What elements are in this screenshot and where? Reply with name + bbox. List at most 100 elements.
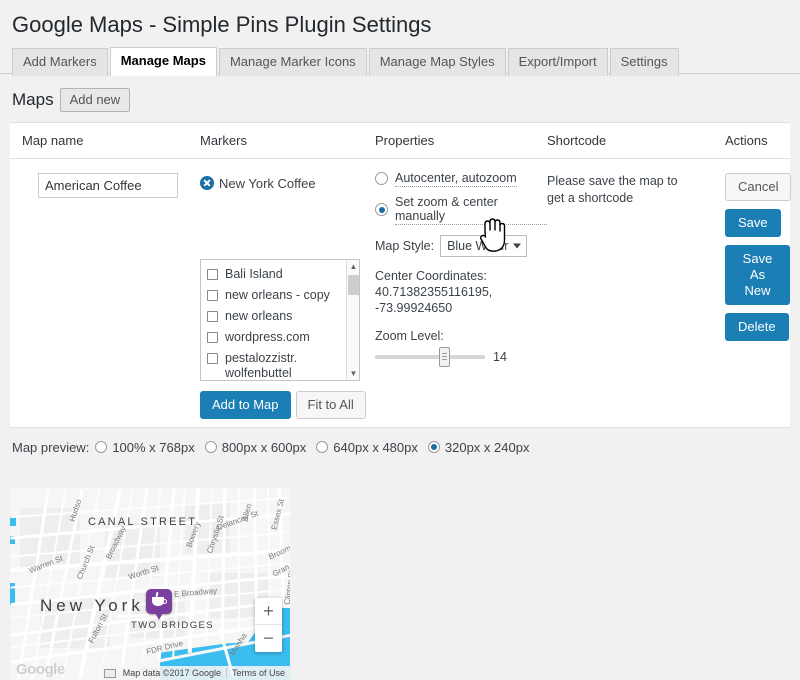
cell-properties: Autocenter, autozoom Set zoom & center m… [375,158,547,427]
list-item-label: new orleans [225,308,293,323]
table-header-row: Map name Markers Properties Shortcode Ac… [10,122,790,159]
map-label-two-bridges: TWO BRIDGES [131,620,214,631]
radio-manual-icon[interactable] [375,203,388,217]
list-item-label: pestalozzistr. wolfenbuttel [225,350,298,380]
marker-list-scrollbar[interactable]: ▲ ▼ [346,259,359,380]
checkbox-icon[interactable] [207,310,218,322]
radio-icon[interactable] [95,441,108,454]
checkbox-icon[interactable] [207,331,218,343]
zoom-level-slider[interactable] [375,346,485,367]
tab-manage-map-styles[interactable]: Manage Map Styles [368,47,506,76]
tab-settings[interactable]: Settings [609,47,679,76]
maps-table-wrapper: Map name Markers Properties Shortcode Ac… [10,121,792,428]
map-marker-coffee-pin[interactable] [146,589,172,620]
radio-icon[interactable] [427,441,440,454]
map-style-select[interactable]: Blue Water [440,234,528,257]
save-button[interactable]: Save [725,208,781,237]
slider-handle[interactable] [438,346,450,367]
tab-manage-marker-icons[interactable]: Manage Marker Icons [218,47,367,76]
cell-markers: New York Coffee Bali Island new orleans … [200,158,375,427]
marker-item: New York Coffee [200,171,375,191]
cell-actions: Cancel Save Save As New Delete [725,158,792,427]
zoom-level-label: Zoom Level: [375,328,444,343]
preview-option-label: 320px x 240px [444,439,530,455]
list-item-label: wordpress.com [225,329,310,344]
map-preview-options: Map preview: 100% x 768px 800px x 600px … [0,428,800,461]
maps-table: Map name Markers Properties Shortcode Ac… [10,122,792,427]
page-title: Google Maps - Simple Pins Plugin Setting… [12,12,432,37]
column-header-markers: Markers [200,122,375,159]
coffee-cup-icon [151,591,167,608]
maps-table-header: Map name Markers Properties Shortcode Ac… [10,122,790,159]
center-coordinates-label: Center Coordinates: [375,268,487,283]
fit-to-all-button[interactable]: Fit to All [295,390,366,419]
center-coordinates-block: Center Coordinates: 40.71382355116195, -… [375,268,547,316]
maps-heading: Maps [12,89,54,109]
list-item[interactable]: Bali Island [201,264,359,285]
radio-icon[interactable] [316,441,329,454]
list-item[interactable]: pestalozzistr. wolfenbuttel [201,348,359,380]
chevron-down-icon [513,243,522,249]
map-zoom-out-button[interactable]: − [255,625,282,652]
marker-list: Bali Island new orleans - copy new orlea… [201,260,359,380]
list-item-label: Bali Island [225,266,283,281]
cup-handle [162,598,167,604]
tab-manage-maps[interactable]: Manage Maps [109,46,217,76]
add-new-button[interactable]: Add new [59,87,131,112]
radio-autocenter[interactable]: Autocenter, autozoom [375,171,547,187]
map-style-row: Map Style: Blue Water [375,234,547,257]
radio-autocenter-icon[interactable] [375,172,388,186]
cancel-button[interactable]: Cancel [725,172,792,201]
map-preview-label: Map preview: [12,439,90,455]
keyboard-shortcuts-icon[interactable] [103,668,116,678]
column-header-properties: Properties [375,122,547,159]
cell-map-name [10,158,200,427]
add-to-map-button[interactable]: Add to Map [200,390,291,419]
marker-label: New York Coffee [219,175,316,191]
table-row: New York Coffee Bali Island new orleans … [10,158,792,427]
map-zoom-in-button[interactable]: + [255,598,282,625]
map-attribution-bar: Map data ©2017 Google Terms of Use [100,666,290,680]
checkbox-icon[interactable] [207,289,218,301]
map-preview-canvas[interactable]: CANAL STREET New York TWO BRIDGES Hudso … [10,488,290,680]
tab-add-markers[interactable]: Add Markers [12,47,108,76]
list-item-label: new orleans - copy [225,287,330,302]
column-header-shortcode: Shortcode [547,122,725,159]
delete-button[interactable]: Delete [725,312,789,341]
map-zoom-controls[interactable]: + − [255,598,282,652]
shortcode-message: Please save the map to get a shortcode [547,173,678,205]
terms-of-use-link[interactable]: Terms of Use [225,668,290,678]
maps-table-body: New York Coffee Bali Island new orleans … [10,158,792,427]
map-label-canal-street: CANAL STREET [88,516,198,528]
map-street [238,488,240,628]
radio-manual[interactable]: Set zoom & center manually [375,195,547,225]
list-item[interactable]: new orleans - copy [201,285,359,306]
marker-list-buttons: Add to Map Fit to All [200,390,375,419]
checkbox-icon[interactable] [207,268,218,280]
scrollbar-thumb[interactable] [348,274,359,295]
remove-marker-icon[interactable] [200,176,214,191]
column-header-actions: Actions [725,122,790,159]
zoom-level-block: Zoom Level: 14 [375,328,547,367]
cell-shortcode: Please save the map to get a shortcode [547,158,725,427]
save-as-new-button[interactable]: Save As New [725,244,790,305]
checkbox-icon[interactable] [207,352,218,364]
list-item[interactable]: new orleans [201,306,359,327]
marker-list-box[interactable]: Bali Island new orleans - copy new orlea… [200,258,360,381]
tab-export-import[interactable]: Export/Import [507,47,608,76]
preview-option-800-600[interactable]: 800px x 600px [204,440,306,455]
preview-option-640-480[interactable]: 640px x 480px [316,440,418,455]
radio-autocenter-label: Autocenter, autozoom [395,170,517,187]
pin-tail [154,611,164,620]
preview-option-320-240[interactable]: 320px x 240px [427,439,530,455]
action-buttons: Cancel Save Save As New Delete [725,171,792,341]
scroll-up-icon[interactable]: ▲ [347,260,359,273]
radio-icon[interactable] [204,441,217,454]
list-item[interactable]: wordpress.com [201,327,359,348]
map-style-label: Map Style: [375,238,435,253]
scroll-down-icon[interactable]: ▼ [347,367,359,380]
map-name-input[interactable] [38,172,178,198]
preview-option-100-768[interactable]: 100% x 768px [95,440,195,455]
zoom-level-value: 14 [493,349,507,364]
center-coordinates-value: 40.71382355116195, -73.99924650 [375,284,493,315]
